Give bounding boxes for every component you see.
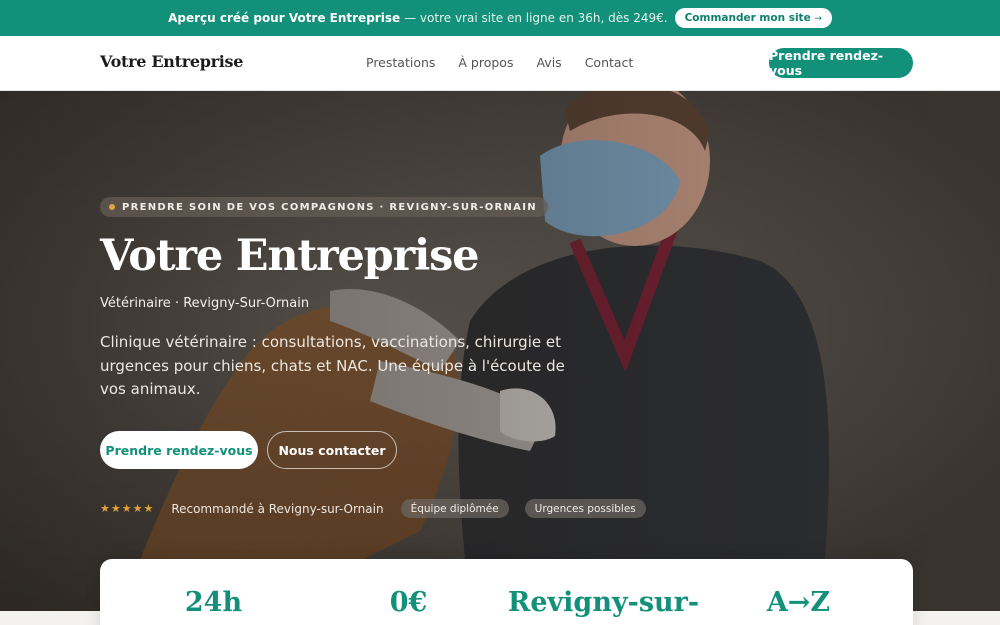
hero-description: Clinique vétérinaire : consultations, va… [100, 333, 565, 398]
hero-tagline: PRENDRE SOIN DE VOS COMPAGNONS · REVIGNY… [100, 197, 548, 217]
rating-stars-icon: ★★★★★ [100, 502, 155, 515]
hero-tagline-text: PRENDRE SOIN DE VOS COMPAGNONS · REVIGNY… [122, 201, 537, 213]
nav-link-prestations[interactable]: Prestations [366, 55, 435, 70]
stats-card: 24h 0€ Revigny-sur- A→Z [100, 559, 913, 625]
promo-banner: Aperçu créé pour Votre Entreprise — votr… [0, 0, 1000, 36]
top-nav: Votre Entreprise Prestations À propos Av… [0, 36, 1000, 91]
promo-lead: Aperçu créé pour Votre Entreprise [168, 11, 401, 25]
nav-appointment-button[interactable]: Prendre rendez-vous [769, 48, 913, 78]
hero-title: Votre Entreprise [100, 231, 479, 281]
trust-bar: ★★★★★ Recommandé à Revigny-sur-Ornain Éq… [100, 499, 646, 518]
order-site-button[interactable]: Commander mon site → [674, 8, 832, 28]
stat-location: Revigny-sur- [507, 587, 700, 618]
badge-emergencies: Urgences possibles [524, 499, 646, 518]
nav-link-contact[interactable]: Contact [585, 55, 634, 70]
nav-link-reviews[interactable]: Avis [536, 55, 561, 70]
stat-coverage: A→Z [766, 587, 831, 618]
order-site-label: Commander mon site [684, 12, 811, 24]
trust-text: Recommandé à Revigny-sur-Ornain [171, 501, 384, 516]
stat-turnaround: 24h [184, 587, 243, 618]
promo-text: — votre vrai site en ligne en 36h, dès 2… [404, 11, 668, 25]
tagline-dot-icon [109, 204, 115, 210]
brand-logo[interactable]: Votre Entreprise [100, 52, 243, 71]
nav-links: Prestations À propos Avis Contact [366, 55, 633, 70]
stat-price: 0€ [389, 587, 428, 618]
nav-link-about[interactable]: À propos [458, 55, 513, 70]
contact-button[interactable]: Nous contacter [267, 431, 397, 469]
hero-section: PRENDRE SOIN DE VOS COMPAGNONS · REVIGNY… [0, 91, 1000, 611]
appointment-button[interactable]: Prendre rendez-vous [100, 431, 258, 469]
badge-qualified-team: Équipe diplômée [400, 499, 509, 518]
arrow-right-icon: → [814, 14, 822, 24]
hero-subtitle: Vétérinaire · Revigny-Sur-Ornain [100, 296, 310, 311]
